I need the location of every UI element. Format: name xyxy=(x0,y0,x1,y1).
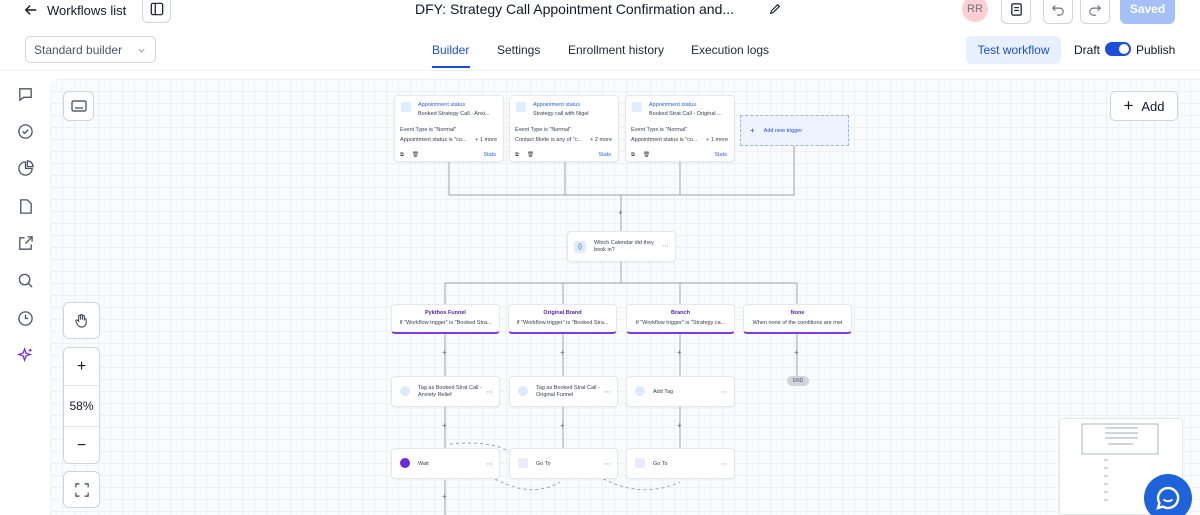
add-new-trigger-label: Add new trigger xyxy=(763,127,803,134)
end-marker: END xyxy=(787,376,809,386)
condition-node[interactable]: {} Which Calendar did they book in? ⋯ xyxy=(567,231,676,262)
clock-icon xyxy=(400,458,410,468)
condition-label: Which Calendar did they book in? xyxy=(594,240,654,253)
add-node-button[interactable]: + Add xyxy=(1110,91,1178,121)
branch-title: Pykthos Funnel xyxy=(425,310,466,316)
keyboard-icon xyxy=(70,100,87,112)
stats-link[interactable]: Stats xyxy=(714,152,727,158)
plus-connector-icon: + xyxy=(618,208,623,217)
action-label: Add Tag xyxy=(653,389,674,395)
more-options-icon[interactable]: ⋯ xyxy=(486,388,493,396)
copy-icon[interactable]: ⧉ xyxy=(631,152,635,159)
zoom-out-button[interactable]: − xyxy=(64,427,99,464)
trigger-subtitle: Booked Strat Call - Original ... xyxy=(649,111,722,117)
action-node[interactable]: Go To ⋯ xyxy=(509,448,618,479)
plus-connector-icon: + xyxy=(442,492,447,501)
trigger-card[interactable]: Appointment status Strategy call with Ni… xyxy=(509,95,619,162)
action-label: Wait xyxy=(418,461,429,467)
more-options-icon[interactable]: ⋯ xyxy=(721,388,728,396)
more-filters-link[interactable]: + 1 more xyxy=(475,137,497,143)
plus-icon: + xyxy=(1123,96,1134,115)
chat-bubble-icon xyxy=(1156,486,1180,510)
branch-condition: If "Workflow trigger" is "Strategy ca... xyxy=(635,320,726,326)
trigger-filter: Contact Mode is any of "c... xyxy=(515,137,583,143)
fit-screen-icon xyxy=(74,482,89,497)
branch-condition: When none of the conditions are met xyxy=(752,320,843,326)
stats-link[interactable]: Stats xyxy=(598,152,611,158)
branch-node[interactable]: Original Brand If "Workflow trigger" is … xyxy=(508,304,617,334)
action-node[interactable]: Tag as Booked Strat Call - Original Funn… xyxy=(509,376,618,407)
action-label: Tag as Booked Strat Call - Anxiety Relie… xyxy=(418,385,482,398)
stats-link[interactable]: Stats xyxy=(483,152,496,158)
trigger-title: Appointment status xyxy=(418,102,466,108)
trigger-subtitle: Booked Strategy Call - Anxi... xyxy=(418,111,490,117)
trash-icon[interactable]: 🗑 xyxy=(412,152,419,159)
trigger-filter: Appointment status is "co... xyxy=(631,137,698,143)
plus-connector-icon: + xyxy=(560,348,565,357)
trigger-title: Appointment status xyxy=(533,102,581,108)
goto-icon xyxy=(518,458,528,468)
branch-node[interactable]: Pykthos Funnel If "Workflow trigger" is … xyxy=(391,304,500,334)
trigger-card[interactable]: Appointment status Booked Strat Call - O… xyxy=(625,95,735,162)
pan-tool-button[interactable] xyxy=(63,302,100,339)
plus-connector-icon: + xyxy=(677,348,682,357)
add-label: Add xyxy=(1141,98,1165,114)
action-node[interactable]: Go To ⋯ xyxy=(626,448,735,479)
fit-view-button[interactable] xyxy=(63,471,100,508)
branch-condition: If "Workflow trigger" is "Booked Stra... xyxy=(516,320,609,326)
trigger-subtitle: Strategy call with Nigel xyxy=(533,111,589,117)
zoom-controls: + 58% − xyxy=(63,347,100,464)
trigger-card[interactable]: Appointment status Booked Strategy Call … xyxy=(394,95,504,162)
more-options-icon[interactable]: ⋯ xyxy=(662,242,669,250)
trigger-filter: Appointment status is "co... xyxy=(400,137,467,143)
keyboard-shortcuts-button[interactable] xyxy=(63,91,94,121)
trigger-filter: Event Type is "Normal" xyxy=(515,127,572,133)
hand-icon xyxy=(75,313,87,328)
tag-icon xyxy=(518,386,528,396)
trigger-filter: Event Type is "Normal" xyxy=(400,127,457,133)
plus-icon: + xyxy=(750,126,755,135)
trash-icon[interactable]: 🗑 xyxy=(643,152,650,159)
branch-title: Branch xyxy=(671,310,690,316)
plus-connector-icon: + xyxy=(442,421,447,430)
action-node[interactable]: Add Tag ⋯ xyxy=(626,376,735,407)
copy-icon[interactable]: ⧉ xyxy=(515,152,519,159)
more-filters-link[interactable]: + 2 more xyxy=(590,137,612,143)
more-options-icon[interactable]: ⋯ xyxy=(486,460,493,468)
plus-connector-icon: + xyxy=(560,421,565,430)
calendar-icon xyxy=(516,102,526,112)
trash-icon[interactable]: 🗑 xyxy=(527,152,534,159)
plus-connector-icon: + xyxy=(442,348,447,357)
braces-icon: {} xyxy=(574,241,586,253)
trigger-title: Appointment status xyxy=(649,102,697,108)
branch-condition: If "Workflow trigger" is "Booked Stra... xyxy=(399,320,492,326)
add-new-trigger-button[interactable]: + Add new trigger xyxy=(740,115,849,146)
trigger-filter: Event Type is "Normal" xyxy=(631,127,688,133)
calendar-icon xyxy=(632,102,642,112)
more-options-icon[interactable]: ⋯ xyxy=(604,388,611,396)
goto-icon xyxy=(635,458,645,468)
plus-connector-icon: + xyxy=(677,421,682,430)
more-filters-link[interactable]: + 1 more xyxy=(706,137,728,143)
zoom-level: 58% xyxy=(69,399,94,413)
action-label: Tag as Booked Strat Call - Original Funn… xyxy=(536,385,600,398)
support-chat-button[interactable] xyxy=(1144,474,1192,515)
action-node[interactable]: Tag as Booked Strat Call - Anxiety Relie… xyxy=(391,376,500,407)
branch-node[interactable]: None When none of the conditions are met xyxy=(743,304,852,334)
action-node[interactable]: Wait ⋯ xyxy=(391,448,500,479)
branch-title: None xyxy=(790,310,805,316)
calendar-icon xyxy=(401,102,411,112)
tag-icon xyxy=(635,386,645,396)
more-options-icon[interactable]: ⋯ xyxy=(604,460,611,468)
branch-node[interactable]: Branch If "Workflow trigger" is "Strateg… xyxy=(626,304,735,334)
more-options-icon[interactable]: ⋯ xyxy=(721,460,728,468)
action-label: Go To xyxy=(653,461,668,467)
copy-icon[interactable]: ⧉ xyxy=(400,152,404,159)
branch-title: Original Brand xyxy=(543,310,582,316)
tag-icon xyxy=(400,386,410,396)
zoom-in-button[interactable]: + xyxy=(64,348,99,385)
plus-connector-icon: + xyxy=(794,348,799,357)
action-label: Go To xyxy=(536,461,551,467)
